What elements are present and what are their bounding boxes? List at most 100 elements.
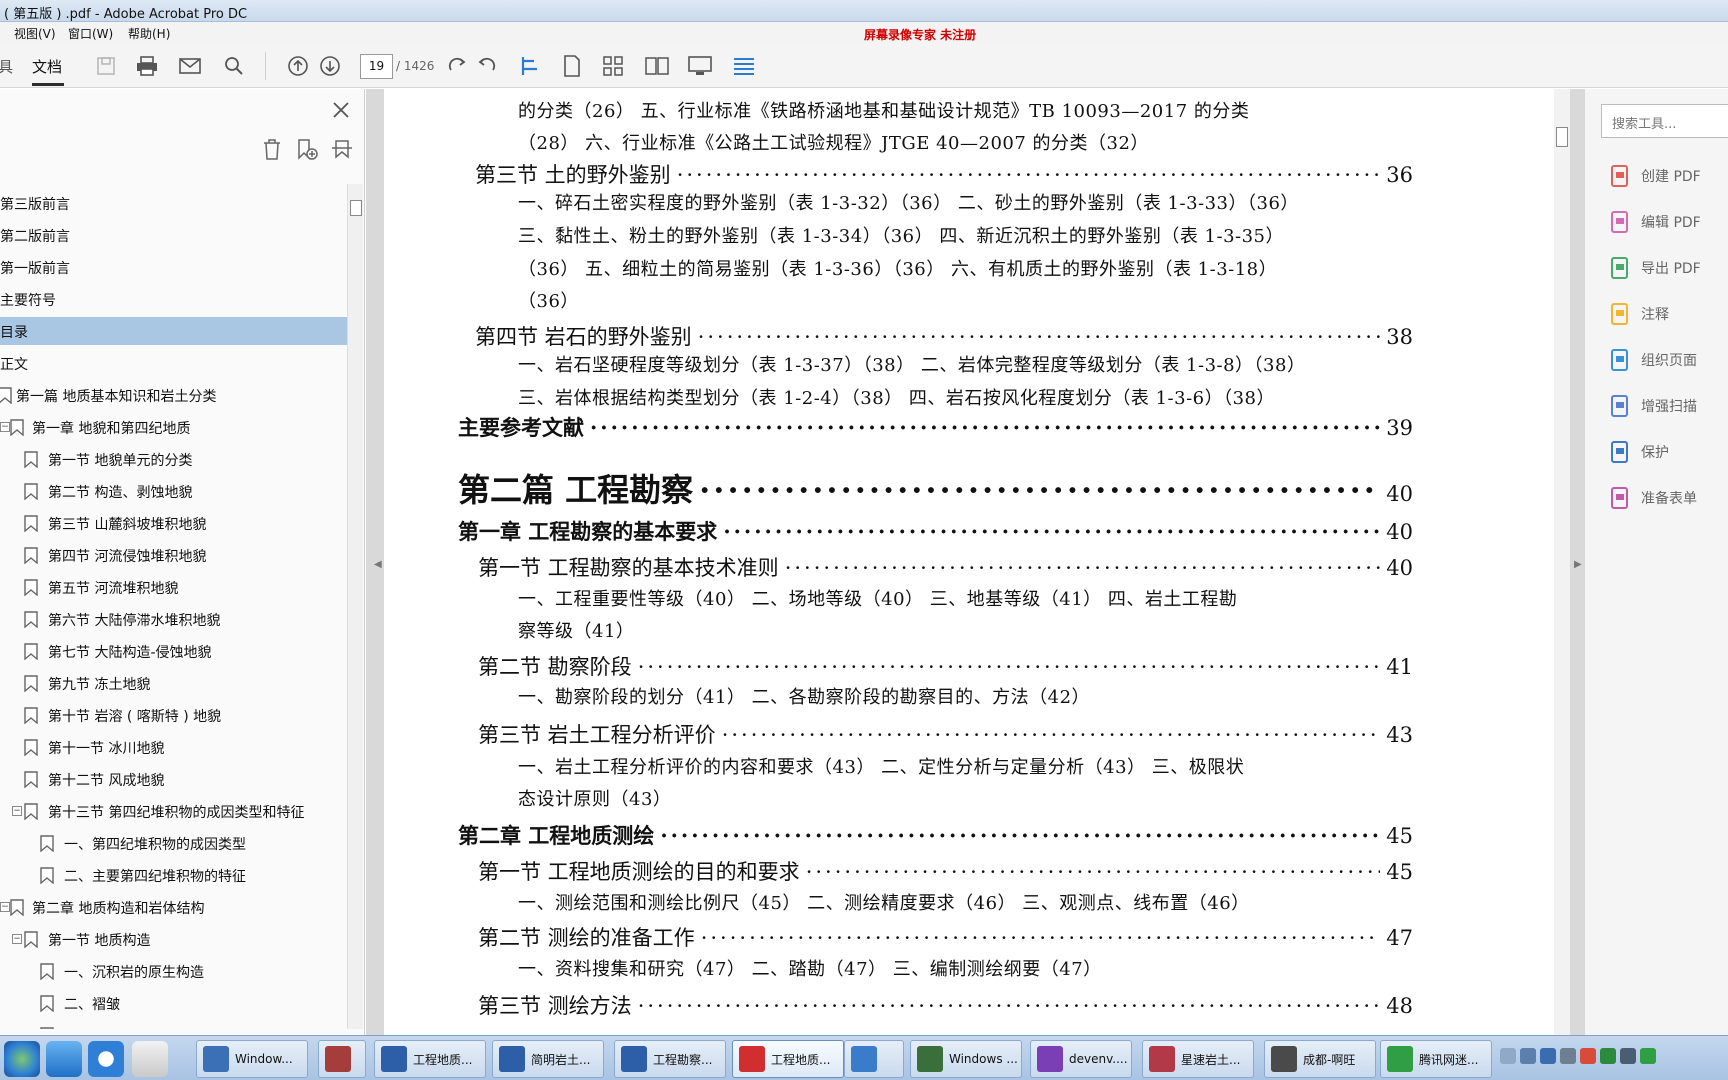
- select-tool-icon[interactable]: [518, 54, 542, 78]
- tray-pen-icon[interactable]: [1540, 1048, 1556, 1064]
- single-page-icon[interactable]: [560, 54, 584, 78]
- rotate-counterclockwise-icon[interactable]: [474, 54, 498, 78]
- new-bookmark-icon[interactable]: [295, 137, 319, 161]
- menu-view[interactable]: 视图(V): [14, 25, 56, 42]
- taskbar-task[interactable]: 简明岩土...: [492, 1040, 604, 1078]
- scrollbar-thumb[interactable]: [1556, 127, 1568, 147]
- bookmark-item[interactable]: 第四节 河流侵蚀堆积地貌: [0, 541, 347, 569]
- internet-explorer-icon[interactable]: [46, 1041, 82, 1077]
- bookmark-item[interactable]: 二、褶皱: [0, 989, 347, 1017]
- taskbar-task[interactable]: Window...: [196, 1040, 308, 1078]
- taskbar-task[interactable]: 星速岩土...: [1142, 1040, 1254, 1078]
- tool-item[interactable]: 组织页面: [1609, 345, 1697, 375]
- tray-network-icon[interactable]: [1520, 1048, 1536, 1064]
- toc-section-entry[interactable]: 第四节 岩石的野外鉴别 38: [475, 321, 1413, 351]
- taskbar-task[interactable]: 工程地质...: [374, 1040, 486, 1078]
- bookmark-item[interactable]: 第三版前言: [0, 189, 347, 217]
- bookmark-item[interactable]: 正文: [0, 349, 347, 377]
- close-icon[interactable]: [330, 99, 352, 121]
- page-number-input[interactable]: 19: [360, 54, 393, 79]
- bookmark-item[interactable]: 第一版前言: [0, 253, 347, 281]
- email-icon[interactable]: [178, 54, 202, 78]
- toc-section-entry[interactable]: 第三节 测绘方法 48: [478, 990, 1413, 1020]
- bookmark-item[interactable]: 目录: [0, 317, 347, 345]
- bookmark-item[interactable]: 一、第四纪堆积物的成因类型: [0, 829, 347, 857]
- previous-page-icon[interactable]: [286, 54, 310, 78]
- print-icon[interactable]: [135, 54, 159, 78]
- bookmark-item[interactable]: − 第十三节 第四纪堆积物的成因类型和特征: [0, 797, 347, 825]
- bookmark-item[interactable]: 一、沉积岩的原生构造: [0, 957, 347, 985]
- bookmark-item[interactable]: 第七节 大陆构造-侵蚀地貌: [0, 637, 347, 665]
- bookmark-item[interactable]: 第二节 构造、剥蚀地貌: [0, 477, 347, 505]
- bookmarks-scrollbar[interactable]: [347, 184, 363, 1029]
- taskbar-task[interactable]: 工程地质...: [732, 1040, 844, 1078]
- two-page-scroll-icon[interactable]: [601, 54, 625, 78]
- tool-item[interactable]: 编辑 PDF: [1609, 207, 1701, 237]
- tray-security-icon[interactable]: [1560, 1048, 1576, 1064]
- bookmark-item[interactable]: − 第一章 地貌和第四纪地质: [0, 413, 347, 441]
- collapse-toggle-icon[interactable]: −: [12, 806, 22, 816]
- rotate-clockwise-icon[interactable]: [446, 54, 470, 78]
- search-tools-input[interactable]: 搜索工具...: [1601, 104, 1728, 138]
- full-screen-icon[interactable]: [688, 54, 712, 78]
- tray-app-icon[interactable]: [1600, 1048, 1616, 1064]
- taskbar-task[interactable]: 成都-啊旺: [1264, 1040, 1376, 1078]
- bookmark-item[interactable]: 第二版前言: [0, 221, 347, 249]
- toc-section-entry[interactable]: 第二节 测绘的准备工作 47: [478, 922, 1413, 952]
- bookmark-item[interactable]: 第三节 山麓斜坡堆积地貌: [0, 509, 347, 537]
- tool-item[interactable]: 导出 PDF: [1609, 253, 1701, 283]
- bookmark-item[interactable]: − 第二章 地质构造和岩体结构: [0, 893, 347, 921]
- bookmark-item[interactable]: 第一篇 地质基本知识和岩土分类: [0, 381, 347, 409]
- bookmark-item[interactable]: 二、主要第四纪堆积物的特征: [0, 861, 347, 889]
- bookmark-item[interactable]: − 第一节 地质构造: [0, 925, 347, 953]
- bookmark-item[interactable]: 主要符号: [0, 285, 347, 313]
- menu-help[interactable]: 帮助(H): [128, 25, 170, 42]
- bookmark-item[interactable]: 第十二节 风成地貌: [0, 765, 347, 793]
- toc-chapter-entry[interactable]: 主要参考文献 39: [458, 412, 1413, 442]
- bookmark-item[interactable]: 第五节 河流堆积地貌: [0, 573, 347, 601]
- start-button[interactable]: [4, 1041, 40, 1077]
- menu-window[interactable]: 窗口(W): [68, 25, 113, 42]
- toc-part-entry[interactable]: 第二篇 工程勘察 40: [458, 465, 1413, 511]
- delete-bookmark-icon[interactable]: [260, 137, 284, 161]
- next-page-icon[interactable]: [318, 54, 342, 78]
- app-launcher-icon[interactable]: [132, 1041, 168, 1077]
- tray-battery-icon[interactable]: [1620, 1048, 1636, 1064]
- tray-keyboard-icon[interactable]: [1500, 1048, 1516, 1064]
- toc-chapter-entry[interactable]: 第二章 工程地质测绘 45: [458, 820, 1413, 850]
- tab-document[interactable]: 文档: [32, 56, 62, 77]
- bookmark-item[interactable]: 第一节 地貌单元的分类: [0, 445, 347, 473]
- taskbar-task[interactable]: [318, 1040, 366, 1078]
- search-icon[interactable]: [222, 54, 246, 78]
- bookmark-item[interactable]: 三、裂隙 ( 节理 ): [0, 1021, 347, 1029]
- tool-item[interactable]: 创建 PDF: [1609, 161, 1701, 191]
- taskbar-task[interactable]: devenv....: [1030, 1040, 1132, 1078]
- two-page-view-icon[interactable]: [645, 54, 669, 78]
- tool-item[interactable]: 注释: [1609, 299, 1669, 329]
- taskbar-task[interactable]: Windows ...: [910, 1040, 1022, 1078]
- toc-section-entry[interactable]: 第一节 工程地质测绘的目的和要求 45: [478, 856, 1413, 886]
- save-icon[interactable]: [94, 54, 118, 78]
- toc-section-entry[interactable]: 第二节 勘察阶段 41: [478, 651, 1413, 681]
- tray-chat-icon[interactable]: [1640, 1048, 1656, 1064]
- bookmark-item[interactable]: 第十一节 冰川地貌: [0, 733, 347, 761]
- toc-section-entry[interactable]: 第三节 岩土工程分析评价 43: [478, 719, 1413, 749]
- bookmark-item[interactable]: 第十节 岩溶 ( 喀斯特 ) 地貌: [0, 701, 347, 729]
- toc-section-entry[interactable]: 第三节 土的野外鉴别 36: [475, 159, 1413, 189]
- tray-volume-icon[interactable]: [1580, 1048, 1596, 1064]
- scrollbar-thumb[interactable]: [350, 200, 362, 216]
- document-scrollbar[interactable]: [1554, 89, 1570, 1035]
- collapse-toggle-icon[interactable]: −: [0, 422, 10, 432]
- taskbar-task[interactable]: 工程勘察...: [614, 1040, 726, 1078]
- tool-item[interactable]: 准备表单: [1609, 483, 1697, 513]
- collapse-right-icon[interactable]: ▶: [1574, 559, 1582, 570]
- expand-bookmark-icon[interactable]: [330, 137, 354, 161]
- tab-tools[interactable]: 具: [0, 56, 13, 77]
- bookmark-item[interactable]: 第六节 大陆停滞水堆积地貌: [0, 605, 347, 633]
- browser-icon[interactable]: [88, 1041, 124, 1077]
- collapse-toggle-icon[interactable]: −: [12, 934, 22, 944]
- taskbar-task[interactable]: 腾讯网迷...: [1380, 1040, 1492, 1078]
- collapse-left-icon[interactable]: ◀: [374, 559, 382, 570]
- bookmark-item[interactable]: 第九节 冻土地貌: [0, 669, 347, 697]
- tool-item[interactable]: 保护: [1609, 437, 1669, 467]
